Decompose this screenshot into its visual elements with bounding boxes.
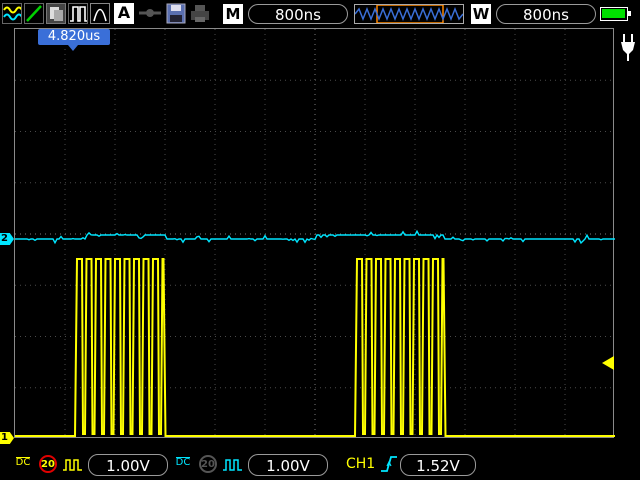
- ch1-volts-div[interactable]: 1.00V: [88, 454, 168, 476]
- ch1-ground-marker[interactable]: 1: [0, 432, 14, 444]
- ch1-bandwidth-limit-icon[interactable]: 20: [39, 455, 57, 473]
- waveform-display[interactable]: [14, 28, 615, 439]
- slope-icon[interactable]: [24, 3, 44, 24]
- trigger-level-value[interactable]: 1.52V: [400, 454, 476, 476]
- memory-overview-wave: [354, 4, 464, 24]
- trigger-time-label[interactable]: 4.820us: [38, 29, 110, 45]
- network-icon: [138, 3, 162, 24]
- pulse-width-icon[interactable]: [90, 3, 110, 24]
- ch2-ground-marker[interactable]: 2: [0, 233, 14, 245]
- save-icon[interactable]: [166, 3, 186, 24]
- ch1-coupling[interactable]: DC: [15, 457, 31, 468]
- ch2-bandwidth-limit-icon[interactable]: 20: [199, 455, 217, 473]
- waveform-icon[interactable]: [2, 3, 23, 24]
- main-timebase-label: M: [223, 4, 243, 24]
- trigger-source[interactable]: CH1: [346, 455, 375, 473]
- persistence-icon[interactable]: [46, 3, 66, 24]
- pulse-icon[interactable]: [68, 3, 88, 24]
- ch2-coupling[interactable]: DC: [175, 457, 191, 468]
- window-timebase-value[interactable]: 800ns: [496, 4, 596, 24]
- memory-overview[interactable]: [354, 4, 464, 24]
- battery-icon: [600, 7, 631, 21]
- waveform-traces: [15, 229, 615, 437]
- ch2-trace: [15, 229, 615, 245]
- ch2-volts-div[interactable]: 1.00V: [248, 454, 328, 476]
- trigger-rising-edge-icon[interactable]: [380, 455, 398, 477]
- power-plug-icon: [619, 32, 637, 62]
- ch1-invert-icon[interactable]: [62, 457, 84, 476]
- window-timebase-label: W: [471, 4, 491, 24]
- print-icon: [190, 3, 210, 24]
- auto-icon[interactable]: A: [114, 3, 134, 24]
- ch2-invert-icon[interactable]: [222, 457, 244, 476]
- main-timebase-value[interactable]: 800ns: [248, 4, 348, 24]
- top-status-bar: A M 800ns W 800ns: [0, 0, 640, 28]
- trigger-level-marker[interactable]: [602, 356, 614, 370]
- trigger-position-marker[interactable]: [68, 45, 78, 51]
- ch1-trace: [15, 258, 615, 437]
